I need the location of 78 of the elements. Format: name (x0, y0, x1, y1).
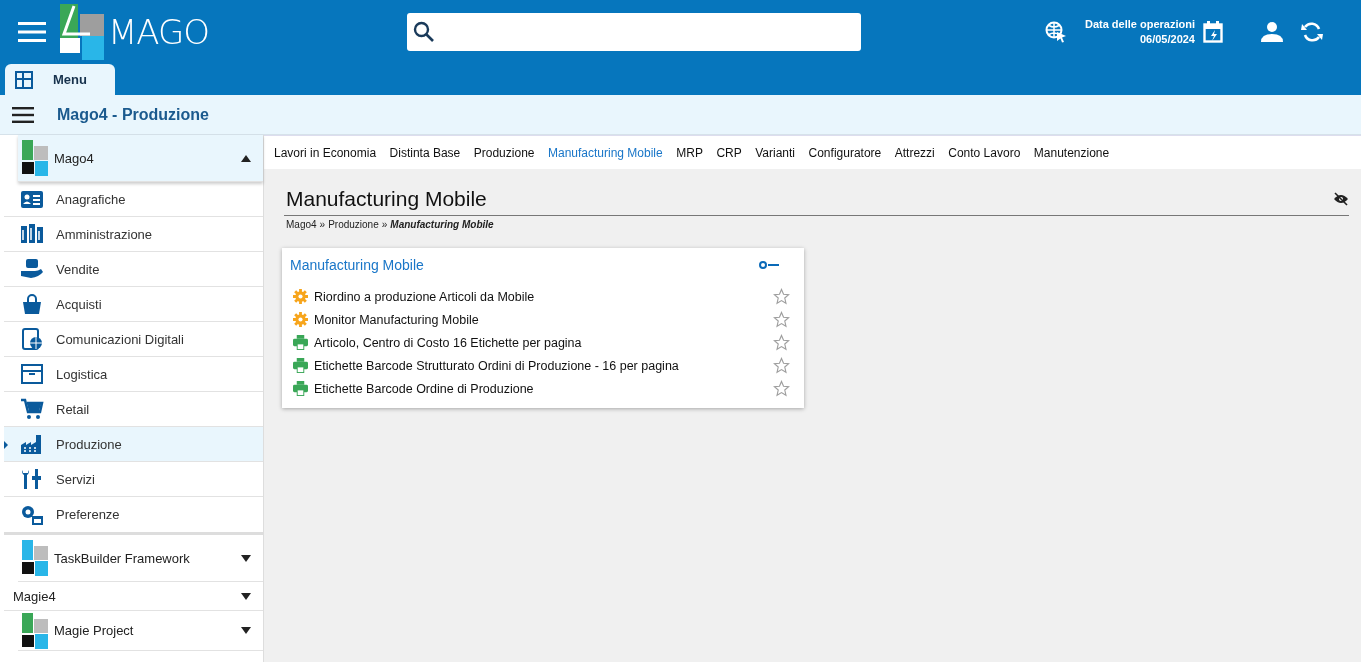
sidebar-item[interactable]: Vendite (4, 252, 263, 287)
module-tab[interactable]: Manufacturing Mobile (548, 145, 663, 160)
date-label: Data delle operazioni (1084, 17, 1195, 32)
logo-icon (22, 140, 48, 176)
menu-entry-link[interactable]: Etichette Barcode Ordine di Produzione (314, 381, 767, 396)
factory-icon (20, 433, 44, 455)
star-icon[interactable] (773, 311, 790, 328)
breadcrumb-link[interactable]: Mago4 (286, 219, 317, 230)
module-tab[interactable]: Produzione (473, 145, 535, 160)
caret-up-icon (241, 154, 251, 162)
card-title: Manufacturing Mobile (290, 257, 424, 273)
star-icon[interactable] (773, 357, 790, 374)
gear-window-icon (20, 503, 44, 526)
sidebar-item[interactable]: Anagrafiche (4, 182, 263, 217)
logo-text: MAGO (108, 12, 210, 52)
caret-down-icon (241, 627, 251, 634)
star-icon[interactable] (773, 334, 790, 351)
gear-icon (293, 312, 308, 327)
breadcrumb-link[interactable]: Produzione (328, 219, 379, 230)
logo-icon (22, 540, 48, 576)
printer-icon (293, 335, 308, 350)
date-value: 06/05/2024 (1139, 32, 1195, 47)
grid-icon (15, 70, 33, 89)
search-icon (413, 21, 436, 43)
module-tab[interactable]: Conto Lavoro (948, 145, 1021, 160)
breadcrumb-current: Manufacturing Mobile (390, 219, 494, 230)
menu-entry-link[interactable]: Etichette Barcode Strutturato Ordini di Produzione - 16 per pagina (314, 358, 767, 373)
section-title: Mago4 - Produzione (57, 105, 209, 124)
user-icon[interactable] (1261, 22, 1283, 42)
menu-tab[interactable]: Menu (5, 64, 115, 95)
breadcrumb-separator: » (319, 219, 326, 230)
caret-down-icon (241, 592, 251, 600)
module-tab[interactable]: Configuratore (808, 145, 882, 160)
module-tab[interactable]: Attrezzi (894, 145, 935, 160)
gear-icon (293, 289, 308, 304)
menu-icon[interactable] (12, 106, 34, 123)
module-tab[interactable]: CRP (716, 145, 742, 160)
logo-icon (60, 4, 104, 60)
shopping-bag-icon (20, 293, 44, 315)
module-tab[interactable]: Lavori in Economia (274, 145, 377, 160)
sidebar-group[interactable]: Mago4 (18, 135, 263, 182)
sidebar-item[interactable]: Amministrazione (4, 217, 263, 252)
pointer-icon (4, 441, 8, 449)
sidebar-item[interactable]: Comunicazioni Digitali (4, 322, 263, 357)
sidebar-item[interactable]: Produzione (4, 427, 263, 462)
caret-down-icon (241, 554, 251, 562)
binders-icon (20, 223, 44, 245)
cart-icon (20, 398, 44, 420)
collapse-icon[interactable] (759, 261, 779, 269)
search-field[interactable] (407, 13, 862, 51)
sidebar-item[interactable]: Preferenze (4, 497, 263, 532)
page-title: Manufacturing Mobile (286, 187, 487, 211)
module-tab[interactable]: Manutenzione (1033, 145, 1110, 160)
menu-entry-link[interactable]: Monitor Manufacturing Mobile (314, 312, 767, 327)
printer-icon (293, 358, 308, 373)
calendar-icon[interactable] (1203, 21, 1223, 43)
id-card-icon (20, 188, 44, 210)
calculator-globe-icon (20, 328, 44, 350)
box-icon (20, 363, 44, 385)
module-tab[interactable]: MRP (676, 145, 703, 160)
sidebar-item[interactable]: Acquisti (4, 287, 263, 322)
sidebar-item[interactable]: Logistica (4, 357, 263, 392)
refresh-icon[interactable] (1301, 21, 1323, 43)
star-icon[interactable] (773, 380, 790, 397)
printer-icon (293, 381, 308, 396)
sidebar-group[interactable]: Magie Project (18, 611, 263, 651)
menu-entry-link[interactable]: Riordino a produzione Articoli da Mobile (314, 289, 767, 304)
hand-box-icon (20, 258, 44, 280)
module-tab[interactable]: Distinta Base (389, 145, 461, 160)
logo-icon (22, 612, 48, 649)
menu-entry-link[interactable]: Articolo, Centro di Costo 16 Etichette per pagina (314, 335, 767, 350)
star-icon[interactable] (773, 288, 790, 305)
module-tab[interactable]: Varianti (755, 145, 796, 160)
sidebar-item[interactable]: Servizi (4, 462, 263, 497)
tools-icon (20, 468, 44, 490)
eye-off-icon[interactable] (1333, 192, 1349, 206)
breadcrumb-separator: » (381, 219, 388, 230)
globe-cursor-icon[interactable] (1044, 21, 1067, 43)
